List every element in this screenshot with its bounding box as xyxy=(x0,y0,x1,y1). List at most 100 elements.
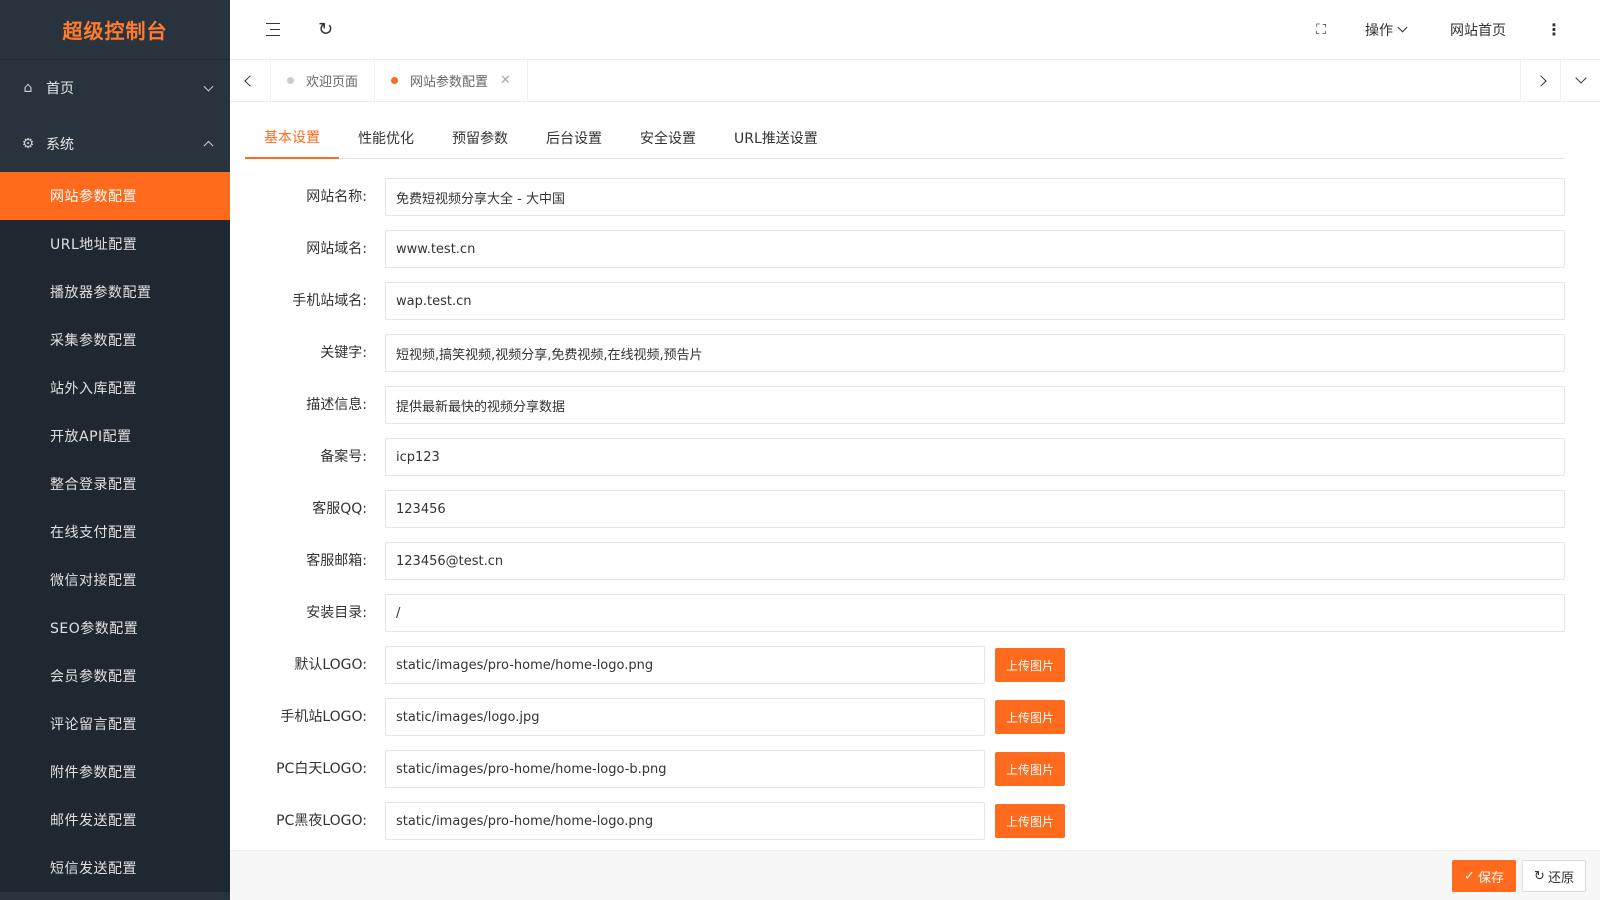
tab-url-push-settings[interactable]: URL推送设置 xyxy=(715,117,837,159)
menu-toggle-button[interactable] xyxy=(230,0,290,60)
header-right: ⛶ 操作 网站首页 ⋮ xyxy=(1301,0,1600,60)
default-logo-input[interactable] xyxy=(385,646,985,684)
icp-input[interactable] xyxy=(385,438,1565,476)
upload-pc-night-logo-button[interactable]: 上传图片 xyxy=(995,804,1066,838)
tab-admin-settings[interactable]: 后台设置 xyxy=(527,117,621,159)
more-button[interactable]: ⋮ xyxy=(1544,0,1564,60)
sidebar-menu-label: 首页 xyxy=(46,81,74,97)
mobile-domain-input[interactable] xyxy=(385,282,1565,320)
tab-reserved-params[interactable]: 预留参数 xyxy=(433,117,527,159)
description-input[interactable] xyxy=(385,386,1565,424)
upload-mobile-logo-button[interactable]: 上传图片 xyxy=(995,700,1066,734)
support-email-input[interactable] xyxy=(385,542,1565,580)
sidebar-item-collect-config[interactable]: 采集参数配置 xyxy=(0,316,230,364)
sidebar-menu-label: 系统 xyxy=(46,137,74,153)
sidebar-item-seo-config[interactable]: SEO参数配置 xyxy=(0,604,230,652)
chevron-up-icon xyxy=(203,140,214,151)
settings-tabs: 基本设置 性能优化 预留参数 后台设置 安全设置 URL推送设置 xyxy=(245,117,1565,159)
sidebar-item-comment-config[interactable]: 评论留言配置 xyxy=(0,700,230,748)
sidebar-item-attachment-config[interactable]: 附件参数配置 xyxy=(0,748,230,796)
sidebar-item-login-config[interactable]: 整合登录配置 xyxy=(0,460,230,508)
install-dir-label: 安装目录: xyxy=(306,605,367,621)
page-tab-bar: 欢迎页面 网站参数配置 ✕ xyxy=(230,59,1600,102)
tab-basic-settings[interactable]: 基本设置 xyxy=(245,117,339,159)
refresh-icon: ↻ xyxy=(318,19,334,40)
sidebar-item-payment-config[interactable]: 在线支付配置 xyxy=(0,508,230,556)
tab-scroll-left-button[interactable] xyxy=(230,60,270,102)
chevron-left-icon xyxy=(244,74,256,87)
save-label: 保存 xyxy=(1477,870,1504,886)
form-row: 描述信息: xyxy=(245,386,1565,438)
pc-day-logo-input[interactable] xyxy=(385,750,985,788)
tab-options-button[interactable] xyxy=(1560,59,1600,102)
form-row: 客服邮箱: xyxy=(245,542,1565,594)
close-icon[interactable]: ✕ xyxy=(500,73,511,88)
default-logo-label: 默认LOGO: xyxy=(294,657,367,673)
sidebar-item-wechat-config[interactable]: 微信对接配置 xyxy=(0,556,230,604)
sidebar-item-mail-config[interactable]: 邮件发送配置 xyxy=(0,796,230,844)
mobile-logo-label: 手机站LOGO: xyxy=(280,709,367,725)
settings-icon: ⚙ xyxy=(21,136,35,152)
form-row: 安装目录: xyxy=(245,594,1565,646)
site-name-input[interactable] xyxy=(385,178,1565,216)
app-logo[interactable]: 超级控制台 xyxy=(0,0,230,60)
home-icon: ⌂ xyxy=(23,80,33,96)
sidebar-item-member-config[interactable]: 会员参数配置 xyxy=(0,652,230,700)
site-domain-label: 网站域名: xyxy=(306,241,367,257)
sidebar-submenu: 网站参数配置 URL地址配置 播放器参数配置 采集参数配置 站外入库配置 开放A… xyxy=(0,172,230,892)
fullscreen-icon: ⛶ xyxy=(1316,21,1326,38)
sidebar-item-site-params[interactable]: 网站参数配置 xyxy=(0,172,230,220)
tab-scroll-right-button[interactable] xyxy=(1520,59,1560,102)
chevron-down-icon xyxy=(1397,22,1408,33)
pc-night-logo-input[interactable] xyxy=(385,802,985,840)
sidebar-menu-home[interactable]: ⌂ 首页 xyxy=(0,60,230,116)
chevron-down-icon xyxy=(203,81,214,92)
form-row: 默认LOGO: 上传图片 xyxy=(245,646,1565,698)
chevron-down-icon xyxy=(1574,71,1587,84)
tab-label: 欢迎页面 xyxy=(306,75,359,90)
more-vertical-icon: ⋮ xyxy=(1546,20,1562,39)
form-row: 备案号: xyxy=(245,438,1565,490)
sidebar-menu-system[interactable]: ⚙ 系统 xyxy=(0,116,230,172)
upload-default-logo-button[interactable]: 上传图片 xyxy=(995,648,1066,682)
keywords-label: 关键字: xyxy=(320,345,367,361)
tab-label: 网站参数配置 xyxy=(410,75,489,90)
upload-pc-day-logo-button[interactable]: 上传图片 xyxy=(995,752,1066,786)
operations-label: 操作 xyxy=(1365,22,1393,39)
save-button[interactable]: ✓ 保存 xyxy=(1452,860,1516,892)
sidebar-item-sms-config[interactable]: 短信发送配置 xyxy=(0,844,230,892)
sidebar-item-url-config[interactable]: URL地址配置 xyxy=(0,220,230,268)
mobile-domain-label: 手机站域名: xyxy=(292,293,367,309)
keywords-input[interactable] xyxy=(385,334,1565,372)
reset-label: 还原 xyxy=(1547,870,1574,886)
form-row: 关键字: xyxy=(245,334,1565,386)
pc-day-logo-label: PC白天LOGO: xyxy=(276,761,367,777)
tab-security-settings[interactable]: 安全设置 xyxy=(621,117,715,159)
chevron-right-icon xyxy=(1534,74,1547,87)
form-row: 手机站LOGO: 上传图片 xyxy=(245,698,1565,750)
form-row: 手机站域名: xyxy=(245,282,1565,334)
mobile-logo-input[interactable] xyxy=(385,698,985,736)
reset-button[interactable]: ↻ 还原 xyxy=(1522,860,1586,892)
settings-form: 网站名称: 网站域名: 手机站域名: 关键字: 描述信息: 备案号: 客服QQ: xyxy=(245,178,1565,850)
fullscreen-button[interactable]: ⛶ xyxy=(1301,0,1341,60)
tab-dot-icon xyxy=(287,77,294,84)
support-qq-input[interactable] xyxy=(385,490,1565,528)
operations-dropdown[interactable]: 操作 xyxy=(1365,0,1408,60)
tab-performance[interactable]: 性能优化 xyxy=(339,117,433,159)
install-dir-input[interactable] xyxy=(385,594,1565,632)
tab-site-params[interactable]: 网站参数配置 ✕ xyxy=(374,59,528,102)
form-footer: ✓ 保存 ↻ 还原 xyxy=(230,850,1600,900)
icp-label: 备案号: xyxy=(320,449,367,465)
tab-welcome[interactable]: 欢迎页面 xyxy=(270,59,374,102)
form-row: PC黑夜LOGO: 上传图片 xyxy=(245,802,1565,850)
sidebar-item-api-config[interactable]: 开放API配置 xyxy=(0,412,230,460)
site-home-link[interactable]: 网站首页 xyxy=(1450,0,1506,60)
site-name-label: 网站名称: xyxy=(306,189,367,205)
tab-bar-right xyxy=(1520,59,1600,102)
refresh-button[interactable]: ↻ xyxy=(318,0,333,60)
site-domain-input[interactable] xyxy=(385,230,1565,268)
sidebar-item-import-config[interactable]: 站外入库配置 xyxy=(0,364,230,412)
form-row: 客服QQ: xyxy=(245,490,1565,542)
sidebar-item-player-config[interactable]: 播放器参数配置 xyxy=(0,268,230,316)
